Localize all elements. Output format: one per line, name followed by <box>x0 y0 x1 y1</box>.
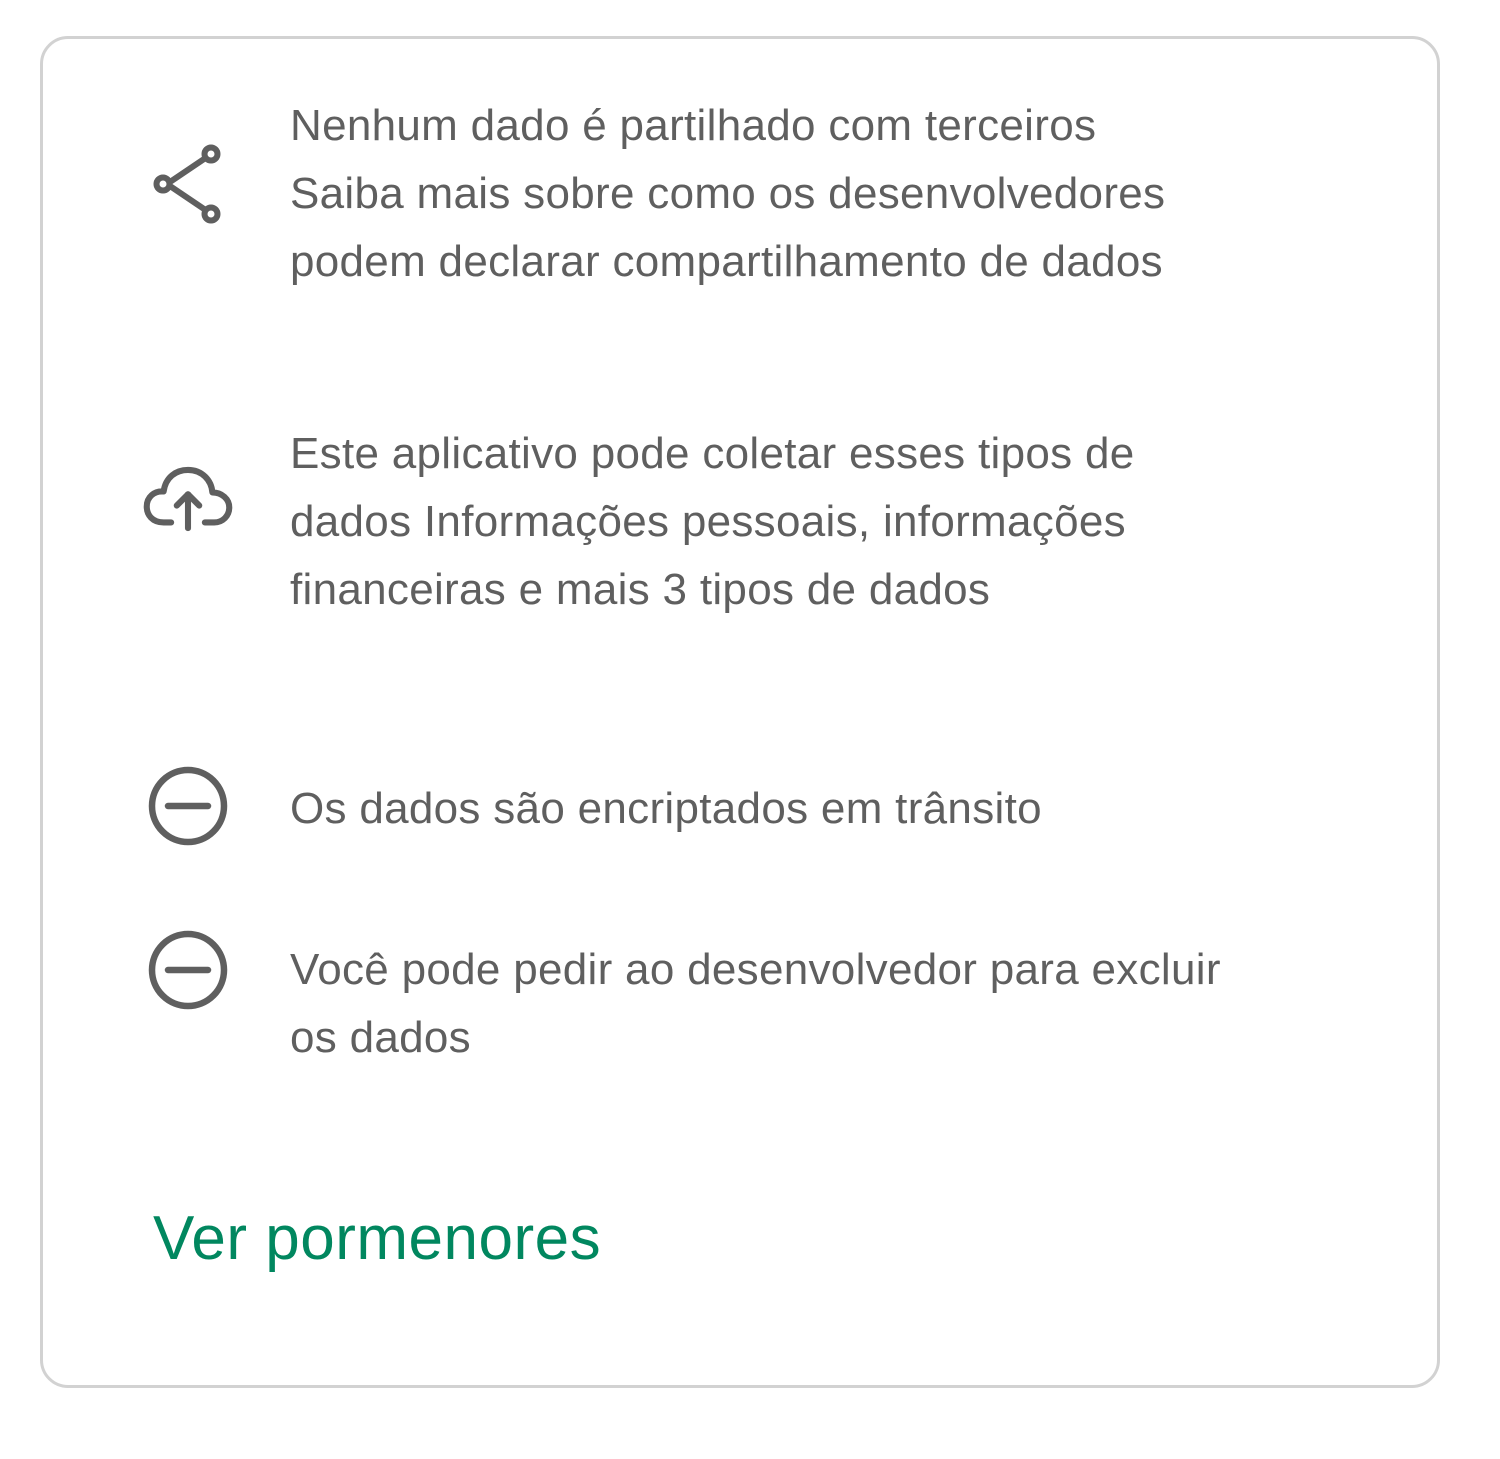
item-text-line: podem declarar compartilhamento de dados <box>290 237 1163 286</box>
data-safety-item-text: Este aplicativo pode coletar esses tipos… <box>290 420 1377 624</box>
item-text-line: Este aplicativo pode coletar esses tipos… <box>290 429 1135 478</box>
item-text-line: financeiras e mais 3 tipos de dados <box>290 565 991 614</box>
item-text-line: dados Informações pessoais, informações <box>290 497 1126 546</box>
data-safety-item-text: Você pode pedir ao desenvolvedor para ex… <box>290 936 1377 1072</box>
data-safety-item-text: Os dados são encriptados em trânsito <box>290 775 1377 843</box>
item-text-line: Nenhum dado é partilhado com terceiros <box>290 101 1097 150</box>
data-safety-item-text: Nenhum dado é partilhado com terceiros S… <box>290 92 1377 296</box>
minus-circle-icon <box>143 925 233 1015</box>
minus-circle-icon <box>143 761 233 851</box>
data-safety-card: Nenhum dado é partilhado com terceiros S… <box>40 36 1440 1388</box>
item-text-line: Saiba mais sobre como os desenvolvedores <box>290 169 1166 218</box>
see-details-link[interactable]: Ver pormenores <box>153 1199 601 1279</box>
share-icon <box>143 139 233 229</box>
item-text-line: Os dados são encriptados em trânsito <box>290 784 1042 833</box>
item-text-line: os dados <box>290 1013 471 1062</box>
cloud-upload-icon <box>143 454 233 544</box>
item-text-line: Você pode pedir ao desenvolvedor para ex… <box>290 945 1221 994</box>
